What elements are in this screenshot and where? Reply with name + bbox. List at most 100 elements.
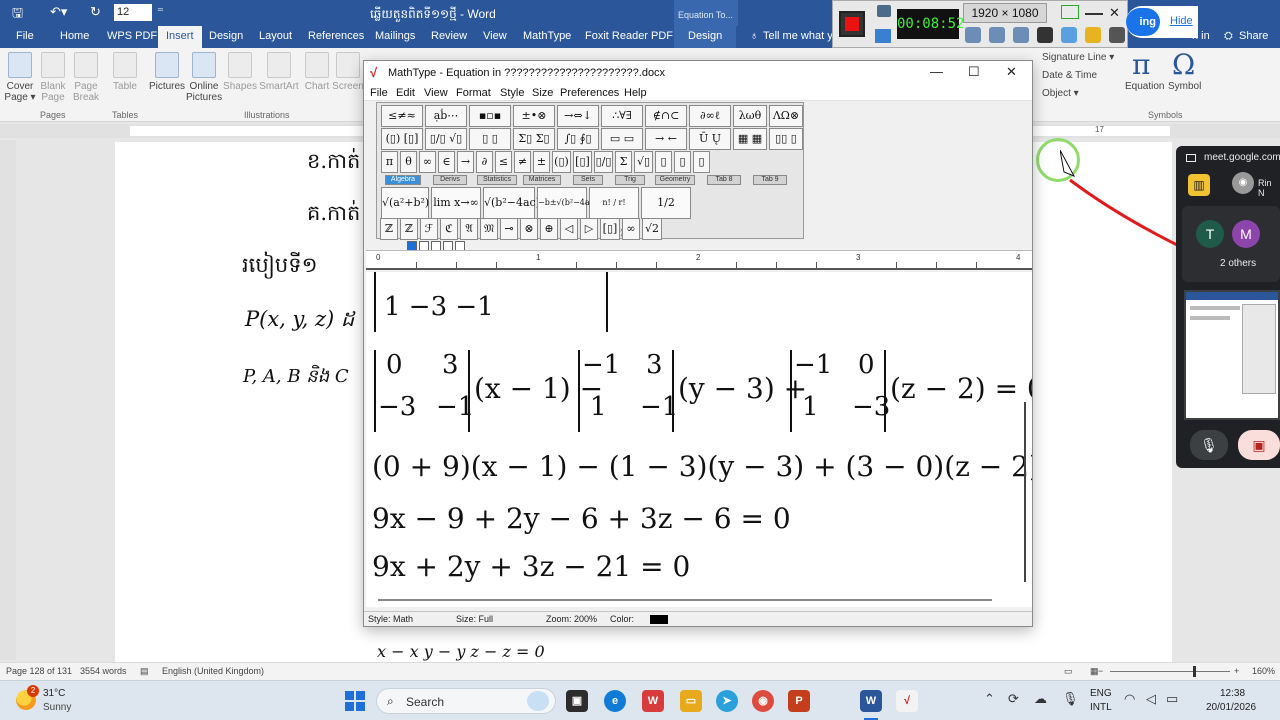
palette-greek-lower[interactable]: λωθ: [733, 105, 767, 127]
tell-me-icon[interactable]: ♁: [750, 30, 758, 42]
template-discriminant[interactable]: √(b²−4ac): [483, 187, 540, 219]
template-sqrt-button[interactable]: √▯: [634, 151, 653, 173]
tab-9[interactable]: Tab 9: [753, 175, 787, 185]
close-icon[interactable]: ✕: [1006, 64, 1017, 80]
tell-me-box[interactable]: Tell me what yo: [763, 30, 839, 42]
template-quadratic-formula[interactable]: −b±√(b²−4ac) / 2a: [537, 187, 597, 237]
cursor-icon[interactable]: [1037, 27, 1053, 43]
template-paren-button[interactable]: (▯): [552, 151, 571, 173]
small-btn-13[interactable]: ∞: [622, 218, 640, 240]
webcam-icon[interactable]: [1013, 27, 1029, 43]
pen-icon[interactable]: [1061, 27, 1077, 43]
tab-matrices[interactable]: Matrices: [523, 175, 561, 185]
zoom-level[interactable]: 160%: [1252, 666, 1275, 676]
taskbar-search[interactable]: ⌕ Search: [376, 688, 556, 714]
tray-cloud-icon[interactable]: ☁: [1034, 691, 1047, 707]
minimize-icon[interactable]: —: [930, 64, 943, 79]
page-count[interactable]: Page 128 of 131: [6, 666, 72, 676]
tab-statistics[interactable]: Statistics: [477, 175, 517, 185]
share-button[interactable]: Share: [1239, 30, 1268, 42]
menu-size[interactable]: Size: [532, 87, 553, 99]
palette-scripts[interactable]: ▯ ▯: [469, 128, 511, 150]
tab-insert[interactable]: Insert: [158, 26, 202, 48]
chrome-icon[interactable]: ◉: [752, 690, 774, 712]
powerpoint-icon[interactable]: P: [788, 690, 810, 712]
smartart-button[interactable]: SmartArt: [256, 52, 302, 92]
wifi-icon[interactable]: ◠: [1124, 691, 1135, 707]
file-explorer-icon[interactable]: ▭: [680, 690, 702, 712]
template-sum-button[interactable]: Σ: [615, 151, 632, 173]
meet-mic-button[interactable]: 🎙: [1190, 430, 1228, 460]
windows-start-icon[interactable]: [345, 691, 365, 711]
palette-labeled-arrows[interactable]: → ←: [645, 128, 687, 150]
palette-sets[interactable]: ∉∩⊂: [645, 105, 687, 127]
tab-geometry[interactable]: Geometry: [655, 175, 695, 185]
minimize-icon[interactable]: [1085, 5, 1103, 15]
small-btn-4[interactable]: ℭ: [440, 218, 458, 240]
menu-style[interactable]: Style: [500, 87, 524, 99]
palette-relations[interactable]: ≤≠≈: [381, 105, 423, 127]
shapes-button[interactable]: Shapes: [222, 52, 258, 92]
zoom-slider-knob[interactable]: [1193, 666, 1196, 677]
meet-app-icon[interactable]: ▥: [1188, 174, 1210, 196]
palette-arrows[interactable]: →⇔↓: [557, 105, 599, 127]
clock-date[interactable]: 20/01/2026: [1206, 702, 1256, 713]
maximize-icon[interactable]: ☐: [968, 64, 980, 80]
speaker-icon[interactable]: [965, 27, 981, 43]
palette-matrices[interactable]: ▦ ▦: [733, 128, 767, 150]
symbol-element-button[interactable]: ∈: [438, 151, 455, 173]
template-hypotenuse[interactable]: √(a²+b²): [381, 187, 429, 219]
horizontal-scrollbar[interactable]: [378, 599, 992, 601]
symbol-leq-button[interactable]: ≤: [495, 151, 512, 173]
date-time-button[interactable]: Date & Time: [1042, 70, 1097, 81]
equation-button[interactable]: Equation: [1125, 81, 1164, 92]
template-limit[interactable]: lim x→∞: [431, 187, 481, 219]
small-btn-7[interactable]: ⊸: [500, 218, 518, 240]
language-layout[interactable]: INTL: [1090, 702, 1112, 713]
small-btn-14[interactable]: √2: [642, 218, 662, 240]
tab-trig[interactable]: Trig: [615, 175, 645, 185]
small-btn-5[interactable]: 𝔄: [460, 218, 478, 240]
template-combination[interactable]: n! / r!(n−r)!: [589, 187, 639, 237]
volume-icon[interactable]: ◁: [1146, 691, 1156, 707]
tray-mic-icon[interactable]: 🎙: [1062, 691, 1079, 707]
palette-sums[interactable]: Σ▯ Σ▯: [513, 128, 555, 150]
tray-sync-icon[interactable]: ⟳: [1008, 691, 1019, 707]
pictures-button[interactable]: Pictures: [148, 52, 186, 92]
telegram-icon[interactable]: ➤: [716, 690, 738, 712]
small-btn-11[interactable]: ▷: [580, 218, 598, 240]
small-btn-9[interactable]: ⊕: [540, 218, 558, 240]
hide-banner-link[interactable]: Hide: [1170, 15, 1193, 27]
color-swatch[interactable]: [650, 615, 668, 624]
tab-wps-pdf[interactable]: WPS PDF: [107, 30, 157, 42]
template-half[interactable]: 1/2: [641, 187, 691, 219]
undo-icon[interactable]: ↶▾: [50, 4, 67, 20]
table-button[interactable]: Table: [110, 52, 140, 92]
close-icon[interactable]: ✕: [1109, 5, 1127, 20]
template-bracket-button[interactable]: [▯]: [573, 151, 592, 173]
microphone-icon[interactable]: [989, 27, 1005, 43]
tab-equation-design[interactable]: Design: [674, 26, 737, 48]
battery-icon[interactable]: ▭: [1166, 691, 1178, 707]
quick-access-dropdown-icon[interactable]: ⁼: [157, 4, 164, 20]
symbol-omega-icon[interactable]: Ω: [1172, 48, 1195, 81]
mathtype-taskbar-icon[interactable]: √: [896, 690, 918, 712]
palette-embellishments[interactable]: ▪▫▪: [469, 105, 511, 127]
redo-icon[interactable]: ↻: [90, 4, 101, 20]
folder-icon[interactable]: [1085, 27, 1101, 43]
screenshot-button[interactable]: Screen: [332, 52, 364, 92]
tab-mathtype[interactable]: MathType: [523, 30, 571, 42]
palette-greek-upper[interactable]: ΛΩ⊗: [769, 105, 803, 127]
vertical-scrollbar[interactable]: [1024, 402, 1026, 582]
template-fraction-button[interactable]: ▯/▯: [594, 151, 613, 173]
weather-condition[interactable]: Sunny: [43, 702, 71, 713]
small-btn-10[interactable]: ◁: [560, 218, 578, 240]
zoom-slider[interactable]: [1110, 671, 1230, 672]
palette-logic[interactable]: ∴∀∃: [601, 105, 643, 127]
palette-fractions[interactable]: ▯/▯ √▯: [425, 128, 467, 150]
tab-algebra[interactable]: Algebra: [385, 175, 421, 185]
template-subscript-button[interactable]: ▯: [674, 151, 691, 173]
mathtype-equation-area[interactable]: 1 −3 −1 0 3 −3 −1 (x − 1) − −1 3 1 −1 (y…: [366, 272, 1032, 607]
object-button[interactable]: Object ▾: [1042, 88, 1079, 99]
palette-products[interactable]: Ū Ų: [689, 128, 731, 150]
